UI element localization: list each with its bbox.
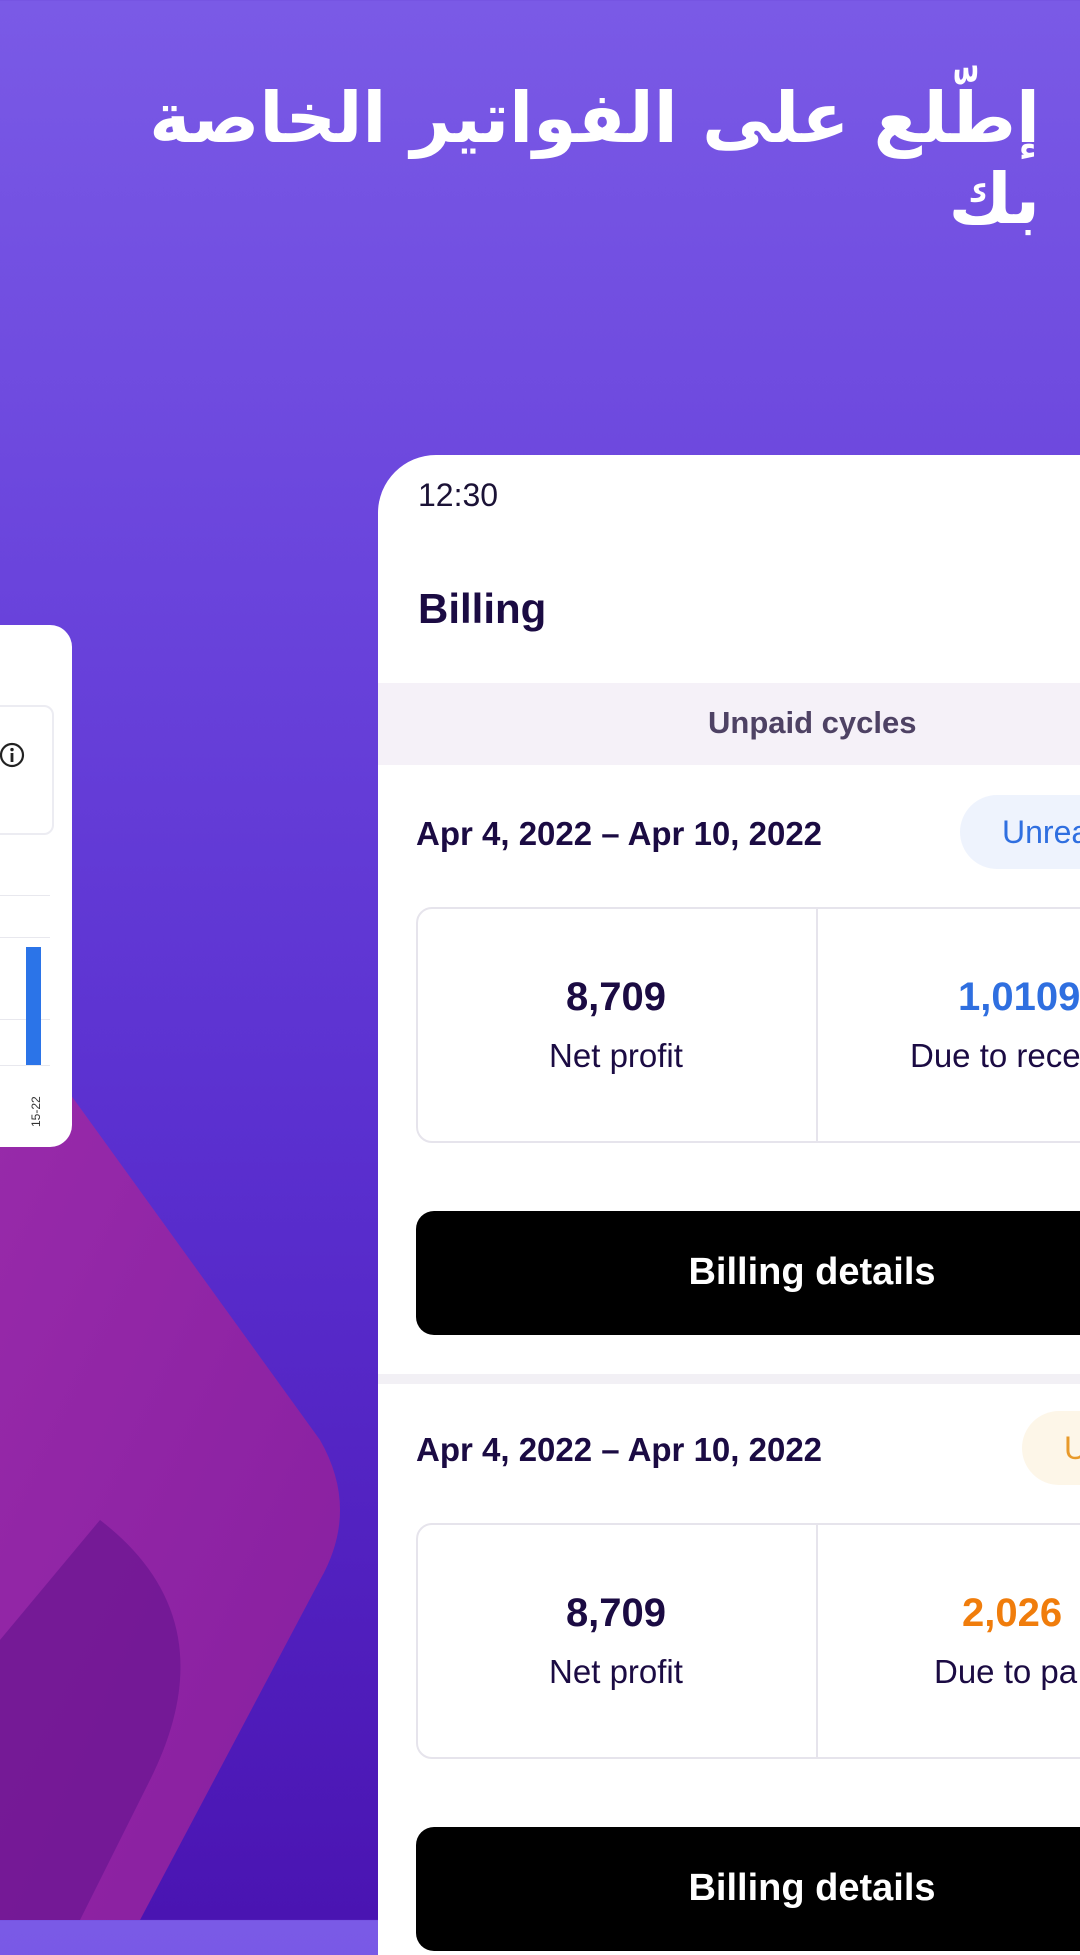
- billing-details-button[interactable]: Billing details: [416, 1211, 1080, 1335]
- phone-screen: 12:30 Billing Unpaid cycles Apr 4, 2022 …: [378, 455, 1080, 1955]
- cycle-date-range: Apr 4, 2022 – Apr 10, 2022: [416, 815, 823, 852]
- net-profit-stat: 8,709 Net profit: [418, 1525, 814, 1757]
- page-title: Billing: [418, 585, 547, 632]
- net-profit-value: 8,709: [565, 1591, 667, 1635]
- grid-line: [0, 1019, 50, 1020]
- cycle-date-range: Apr 4, 2022 – Apr 10, 2022: [416, 1431, 823, 1468]
- net-profit-stat: 8,709 Net profit: [418, 909, 814, 1141]
- headline: إطّلع على الفواتير الخاصة بك: [149, 77, 1040, 240]
- cycle-stats: 8,709 Net profit 1,0109 Due to rece: [416, 907, 1080, 1143]
- status-badge: Unrea: [960, 795, 1080, 869]
- chart-bar: [26, 947, 41, 1065]
- mini-info-box: [0, 705, 54, 835]
- tab-bar: Unpaid cycles: [378, 683, 1080, 765]
- grid-line: [0, 937, 50, 938]
- due-stat: 2,026 Due to pa: [816, 1525, 1080, 1757]
- net-profit-label: Net profit: [549, 1653, 683, 1690]
- tab-unpaid-cycles[interactable]: Unpaid cycles: [708, 705, 916, 741]
- billing-details-button[interactable]: Billing details: [416, 1827, 1080, 1951]
- section-divider: [378, 1374, 1080, 1384]
- due-label: Due to pa: [934, 1653, 1078, 1690]
- due-value: 1,0109: [958, 975, 1080, 1019]
- cycle-stats: 8,709 Net profit 2,026 Due to pa: [416, 1523, 1080, 1759]
- status-time: 12:30: [418, 477, 499, 513]
- billing-details-button-label: Billing details: [688, 1867, 936, 1909]
- info-icon[interactable]: [0, 741, 26, 769]
- due-label: Due to rece: [910, 1037, 1080, 1074]
- status-badge: U: [1022, 1411, 1080, 1485]
- grid-line: [0, 895, 50, 896]
- mini-chart-card: 15-22: [0, 625, 72, 1147]
- x-tick-label: 15-22: [29, 1096, 43, 1127]
- net-profit-label: Net profit: [549, 1037, 683, 1074]
- net-profit-value: 8,709: [565, 975, 667, 1019]
- due-stat: 1,0109 Due to rece: [816, 909, 1080, 1141]
- due-value: 2,026: [962, 1591, 1063, 1635]
- grid-line: [0, 1065, 50, 1066]
- billing-details-button-label: Billing details: [688, 1251, 936, 1293]
